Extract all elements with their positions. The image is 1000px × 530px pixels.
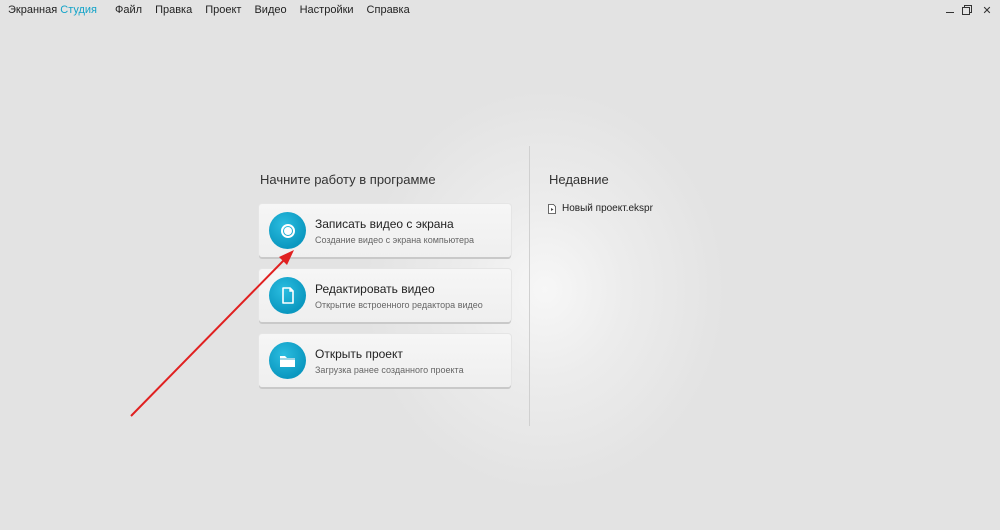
close-button[interactable]: ✕ [980, 3, 994, 17]
menu-edit[interactable]: Правка [155, 4, 192, 16]
minimize-button[interactable] [946, 4, 954, 13]
card-title: Записать видео с экрана [315, 216, 454, 231]
menu-file[interactable]: Файл [115, 4, 142, 16]
start-heading: Начните работу в программе [260, 172, 436, 187]
recent-project-item[interactable]: Новый проект.ekspr [548, 203, 748, 214]
document-icon [269, 277, 306, 314]
card-subtitle: Открытие встроенного редактора видео [315, 299, 483, 310]
menu-help[interactable]: Справка [367, 4, 410, 16]
app-title-main: Экранная [8, 4, 58, 16]
start-panel: Начните работу в программе Записать виде… [259, 172, 513, 399]
app-title: Экранная Студия [8, 4, 97, 16]
panel-divider [529, 146, 530, 426]
menu-video[interactable]: Видео [254, 4, 286, 16]
restore-button[interactable] [962, 5, 972, 15]
card-subtitle: Создание видео с экрана компьютера [315, 234, 475, 245]
app-title-accent: Студия [60, 4, 98, 16]
title-bar: Экранная Студия Файл Правка Проект Видео… [0, 0, 1000, 20]
open-project-card[interactable]: Открыть проект Загрузка ранее созданного… [259, 334, 511, 387]
menu-bar: Файл Правка Проект Видео Настройки Справ… [115, 4, 423, 16]
menu-settings[interactable]: Настройки [300, 4, 354, 16]
card-title: Редактировать видео [315, 281, 435, 296]
edit-video-card[interactable]: Редактировать видео Открытие встроенного… [259, 269, 511, 322]
card-title: Открыть проект [315, 346, 403, 361]
recent-heading: Недавние [549, 172, 609, 187]
card-subtitle: Загрузка ранее созданного проекта [315, 364, 464, 375]
recent-item-label: Новый проект.ekspr [562, 203, 653, 214]
window-controls: ✕ [938, 0, 994, 20]
folder-icon [269, 342, 306, 379]
recent-panel: Недавние Новый проект.ekspr [548, 172, 748, 214]
menu-project[interactable]: Проект [205, 4, 241, 16]
record-icon [269, 212, 306, 249]
project-file-icon [548, 203, 556, 214]
record-screen-card[interactable]: Записать видео с экрана Создание видео с… [259, 204, 511, 257]
